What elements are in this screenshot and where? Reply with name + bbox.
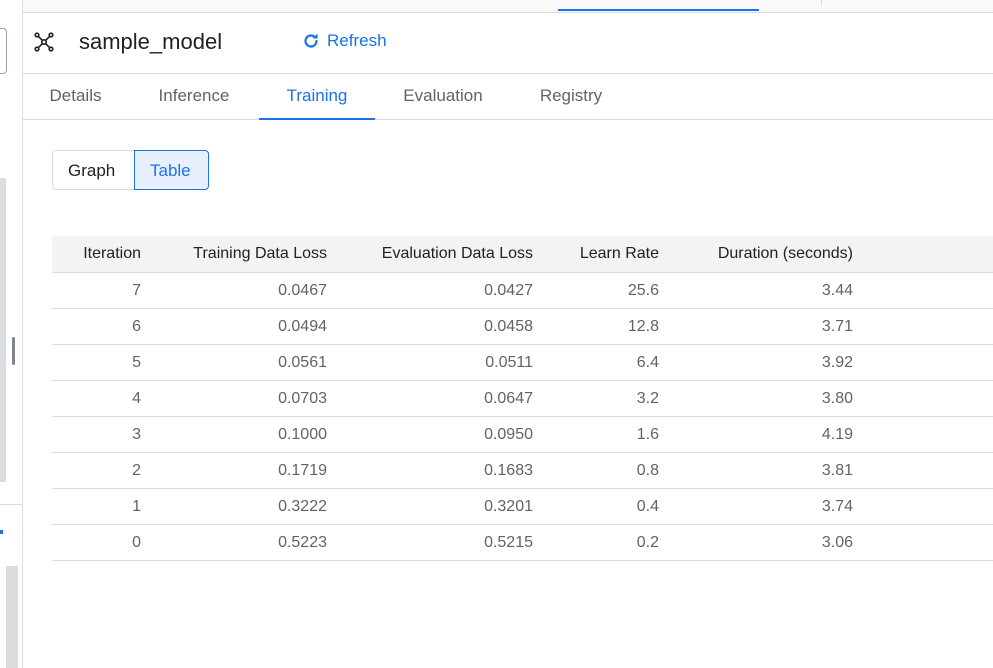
cell-iteration: 7 <box>52 272 141 309</box>
cell-learn-rate: 3.2 <box>533 380 659 417</box>
cell-evaluation-loss: 0.5215 <box>327 524 533 561</box>
cell-duration: 4.19 <box>659 416 853 453</box>
cell-training-loss: 0.5223 <box>141 524 327 561</box>
cell-evaluation-loss: 0.0511 <box>327 344 533 381</box>
collapsed-panel-control[interactable] <box>0 28 7 74</box>
column-header-duration[interactable]: Duration (seconds) <box>659 236 853 273</box>
cell-duration: 3.44 <box>659 272 853 309</box>
refresh-button[interactable]: Refresh <box>301 27 387 55</box>
column-header-learn-rate[interactable]: Learn Rate <box>533 236 659 273</box>
table-row: 3 0.1000 0.0950 1.6 4.19 <box>52 416 993 453</box>
top-tab-separator <box>821 0 822 6</box>
cell-duration: 3.74 <box>659 488 853 525</box>
model-hub-icon <box>33 31 55 53</box>
cell-evaluation-loss: 0.3201 <box>327 488 533 525</box>
cell-training-loss: 0.1000 <box>141 416 327 453</box>
table-row: 6 0.0494 0.0458 12.8 3.71 <box>52 308 993 345</box>
cell-iteration: 0 <box>52 524 141 561</box>
cell-learn-rate: 25.6 <box>533 272 659 309</box>
column-header-filler <box>853 236 993 273</box>
cell-filler <box>853 524 993 561</box>
left-panel-scrollbar-lower[interactable] <box>6 566 18 668</box>
table-view-button[interactable]: Table <box>134 150 209 190</box>
cell-filler <box>853 452 993 489</box>
cell-training-loss: 0.0703 <box>141 380 327 417</box>
cell-filler <box>853 344 993 381</box>
tab-details[interactable]: Details <box>28 74 123 119</box>
cell-learn-rate: 0.8 <box>533 452 659 489</box>
cell-filler <box>853 308 993 345</box>
cell-learn-rate: 12.8 <box>533 308 659 345</box>
cell-iteration: 5 <box>52 344 141 381</box>
cell-filler <box>853 416 993 453</box>
cell-evaluation-loss: 0.0458 <box>327 308 533 345</box>
top-tab-active-indicator <box>558 9 759 11</box>
cell-learn-rate: 0.4 <box>533 488 659 525</box>
model-tabs: Details Inference Training Evaluation Re… <box>23 74 993 120</box>
refresh-label: Refresh <box>327 31 387 50</box>
cell-evaluation-loss: 0.0427 <box>327 272 533 309</box>
left-panel-scrollbar[interactable] <box>0 178 6 482</box>
column-header-iteration[interactable]: Iteration <box>52 236 141 273</box>
cell-training-loss: 0.0467 <box>141 272 327 309</box>
column-header-evaluation-loss[interactable]: Evaluation Data Loss <box>327 236 533 273</box>
cell-iteration: 3 <box>52 416 141 453</box>
cell-training-loss: 0.3222 <box>141 488 327 525</box>
cell-learn-rate: 6.4 <box>533 344 659 381</box>
tab-evaluation[interactable]: Evaluation <box>387 74 499 119</box>
table-row: 0 0.5223 0.5215 0.2 3.06 <box>52 524 993 561</box>
cell-duration: 3.92 <box>659 344 853 381</box>
cell-duration: 3.81 <box>659 452 853 489</box>
table-header-row: Iteration Training Data Loss Evaluation … <box>52 236 993 273</box>
cell-duration: 3.80 <box>659 380 853 417</box>
view-toggle: Graph Table <box>52 150 209 190</box>
table-row: 1 0.3222 0.3201 0.4 3.74 <box>52 488 993 525</box>
left-panel-divider <box>0 504 22 505</box>
cell-filler <box>853 488 993 525</box>
left-panel-edge <box>0 0 23 668</box>
cell-filler <box>853 380 993 417</box>
cell-learn-rate: 1.6 <box>533 416 659 453</box>
refresh-icon <box>301 31 321 51</box>
table-row: 5 0.0561 0.0511 6.4 3.92 <box>52 344 993 381</box>
cell-iteration: 1 <box>52 488 141 525</box>
cell-duration: 3.06 <box>659 524 853 561</box>
table-row: 7 0.0467 0.0427 25.6 3.44 <box>52 272 993 309</box>
left-panel-indicator <box>0 530 3 534</box>
cell-iteration: 2 <box>52 452 141 489</box>
cell-iteration: 4 <box>52 380 141 417</box>
model-header: sample_model Refresh <box>23 13 993 74</box>
cell-evaluation-loss: 0.1683 <box>327 452 533 489</box>
table-row: 2 0.1719 0.1683 0.8 3.81 <box>52 452 993 489</box>
training-table: Iteration Training Data Loss Evaluation … <box>52 236 993 561</box>
cell-training-loss: 0.1719 <box>141 452 327 489</box>
top-tab-strip <box>23 0 993 13</box>
cell-duration: 3.71 <box>659 308 853 345</box>
graph-view-button[interactable]: Graph <box>52 150 134 190</box>
cell-iteration: 6 <box>52 308 141 345</box>
cell-training-loss: 0.0494 <box>141 308 327 345</box>
cell-evaluation-loss: 0.0647 <box>327 380 533 417</box>
cell-evaluation-loss: 0.0950 <box>327 416 533 453</box>
tab-training[interactable]: Training <box>259 74 375 120</box>
cell-filler <box>853 272 993 309</box>
tab-registry[interactable]: Registry <box>523 74 619 119</box>
model-title: sample_model <box>79 29 223 54</box>
table-row: 4 0.0703 0.0647 3.2 3.80 <box>52 380 993 417</box>
cell-training-loss: 0.0561 <box>141 344 327 381</box>
cell-learn-rate: 0.2 <box>533 524 659 561</box>
column-header-training-loss[interactable]: Training Data Loss <box>141 236 327 273</box>
resize-handle[interactable] <box>12 337 15 365</box>
tab-inference[interactable]: Inference <box>144 74 244 119</box>
